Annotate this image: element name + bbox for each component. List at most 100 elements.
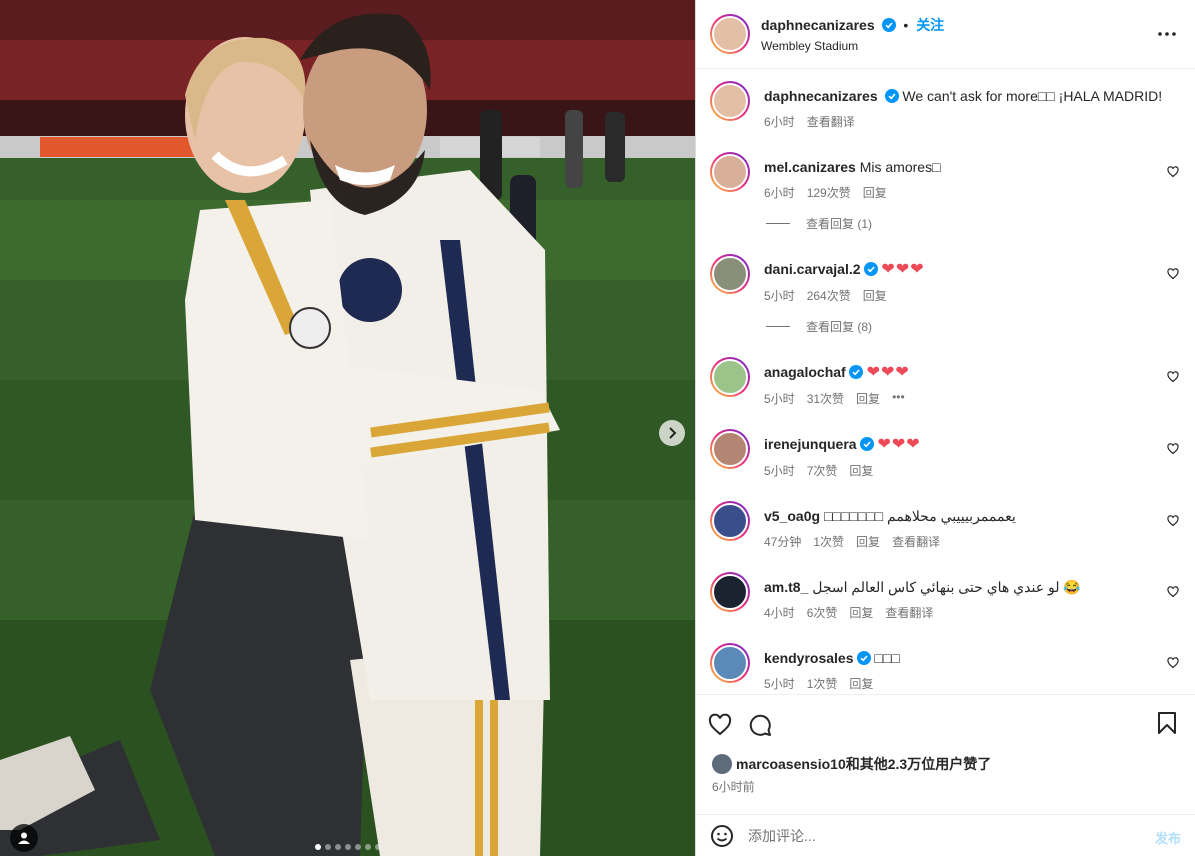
commenter-avatar[interactable] bbox=[710, 357, 750, 397]
commenter-avatar[interactable] bbox=[710, 572, 750, 612]
like-comment-icon[interactable] bbox=[1167, 268, 1179, 280]
commenter-username[interactable]: am.t8_ bbox=[764, 579, 808, 595]
view-replies-button[interactable]: 查看回复 (1) bbox=[766, 215, 1181, 232]
like-comment-icon[interactable] bbox=[1167, 166, 1179, 178]
carousel-dot bbox=[344, 844, 351, 850]
post-comment-button[interactable]: 发布 bbox=[1155, 828, 1181, 847]
commenter-username[interactable]: anagalochaf bbox=[764, 364, 846, 380]
comment-likes[interactable]: 1次赞 bbox=[813, 533, 844, 550]
comment-extra-action[interactable]: ••• bbox=[892, 390, 905, 407]
carousel-dot bbox=[324, 844, 331, 850]
post-location[interactable]: Wembley Stadium bbox=[761, 39, 944, 53]
carousel-dot bbox=[314, 844, 321, 850]
comment-likes[interactable]: 129次赞 bbox=[807, 184, 851, 201]
emoji-icon[interactable] bbox=[710, 824, 734, 848]
comment-item: dani.carvajal.2 ❤❤❤ 5小时 264次赞 回复查看回复 (8) bbox=[710, 254, 1181, 335]
verified-icon bbox=[863, 262, 878, 276]
comment-time[interactable]: 47分钟 bbox=[764, 533, 801, 550]
reply-button[interactable]: 回复 bbox=[856, 533, 880, 550]
comment-item: irenejunquera ❤❤❤ 5小时 7次赞 回复 bbox=[710, 429, 1181, 479]
comment-likes[interactable]: 6次赞 bbox=[807, 604, 838, 621]
comment-input[interactable] bbox=[748, 827, 1108, 844]
carousel-dot bbox=[364, 844, 371, 850]
reply-button[interactable]: 回复 bbox=[863, 184, 887, 201]
comment-likes[interactable]: 1次赞 bbox=[807, 675, 838, 692]
commenter-avatar[interactable] bbox=[710, 429, 750, 469]
comment-text: ❤❤❤ bbox=[866, 364, 910, 381]
bookmark-icon[interactable] bbox=[1155, 711, 1179, 735]
reply-button[interactable]: 回复 bbox=[863, 287, 887, 304]
caption-time[interactable]: 6小时 bbox=[764, 113, 795, 130]
header-separator: • bbox=[903, 17, 909, 33]
comment-likes[interactable]: 7次赞 bbox=[807, 462, 838, 479]
comment-extra-action[interactable]: 查看翻译 bbox=[892, 533, 940, 550]
comment-text: □□□ bbox=[874, 650, 900, 666]
liker-username[interactable]: marcoasensio10 bbox=[736, 756, 846, 772]
like-comment-icon[interactable] bbox=[1167, 586, 1179, 598]
user-tag-icon bbox=[18, 832, 30, 844]
likes-summary[interactable]: marcoasensio10 和其他2.3万位用户赞了 bbox=[696, 754, 1195, 774]
comment-time[interactable]: 5小时 bbox=[764, 287, 795, 304]
post-photo[interactable] bbox=[0, 0, 695, 856]
comment-likes[interactable]: 264次赞 bbox=[807, 287, 851, 304]
view-replies-button[interactable]: 查看回复 (8) bbox=[766, 318, 1181, 335]
reply-button[interactable]: 回复 bbox=[849, 604, 873, 621]
like-comment-icon[interactable] bbox=[1167, 443, 1179, 455]
verified-icon bbox=[859, 437, 874, 451]
like-comment-icon[interactable] bbox=[1167, 371, 1179, 383]
post-side-panel: daphnecanizares • 关注 Wembley Stadium dap… bbox=[695, 0, 1195, 856]
carousel-dot bbox=[354, 844, 361, 850]
caption: daphnecanizares We can't ask for more□□ … bbox=[710, 81, 1181, 130]
heart-icon[interactable] bbox=[708, 713, 732, 737]
comment-text: لو عندي هاي حتى بنهائي كاس العالم اسجل 😂 bbox=[812, 579, 1081, 595]
follow-button[interactable]: 关注 bbox=[916, 17, 944, 33]
comment-time[interactable]: 4小时 bbox=[764, 604, 795, 621]
commenter-avatar[interactable] bbox=[710, 254, 750, 294]
reply-button[interactable]: 回复 bbox=[856, 390, 880, 407]
like-comment-icon[interactable] bbox=[1167, 657, 1179, 669]
comment-time[interactable]: 5小时 bbox=[764, 390, 795, 407]
comment-item: mel.canizares Mis amores□ 6小时 129次赞 回复查看回复 … bbox=[710, 152, 1181, 232]
verified-icon bbox=[881, 18, 896, 32]
comment-time[interactable]: 5小时 bbox=[764, 675, 795, 692]
commenter-avatar[interactable] bbox=[710, 152, 750, 192]
commenter-username[interactable]: dani.carvajal.2 bbox=[764, 261, 861, 277]
caption-username[interactable]: daphnecanizares bbox=[764, 88, 878, 104]
view-replies-label[interactable]: 查看回复 (8) bbox=[806, 318, 872, 335]
commenter-username[interactable]: v5_oa0g bbox=[764, 508, 820, 524]
comment-likes[interactable]: 31次赞 bbox=[807, 390, 844, 407]
comment-text: ❤❤❤ bbox=[881, 261, 925, 278]
reply-button[interactable]: 回复 bbox=[849, 675, 873, 692]
like-comment-icon[interactable] bbox=[1167, 515, 1179, 527]
comment-icon[interactable] bbox=[748, 713, 772, 737]
photo-image bbox=[0, 0, 695, 856]
caption-avatar[interactable] bbox=[710, 81, 750, 121]
commenter-avatar[interactable] bbox=[710, 643, 750, 683]
commenter-username[interactable]: kendyrosales bbox=[764, 650, 854, 666]
author-avatar[interactable] bbox=[710, 14, 750, 54]
more-icon[interactable] bbox=[1155, 22, 1179, 46]
view-replies-label[interactable]: 查看回复 (1) bbox=[806, 215, 872, 232]
commenter-avatar[interactable] bbox=[710, 501, 750, 541]
commenter-username[interactable]: mel.canizares bbox=[764, 159, 856, 175]
comment-time[interactable]: 5小时 bbox=[764, 462, 795, 479]
comment-text: ❤❤❤ bbox=[877, 436, 921, 453]
comment-extra-action[interactable]: 查看翻译 bbox=[885, 604, 933, 621]
comment-list[interactable]: daphnecanizares We can't ask for more□□ … bbox=[696, 69, 1195, 694]
comment-item: kendyrosales □□□ 5小时 1次赞 回复 bbox=[710, 643, 1181, 692]
see-translation-button[interactable]: 查看翻译 bbox=[807, 113, 855, 130]
comment-item: v5_oa0g □□□□□□□ يعمممربيييبي محلاهمم 47分钟… bbox=[710, 501, 1181, 550]
commenter-username[interactable]: irenejunquera bbox=[764, 436, 857, 452]
comment-item: am.t8_ لو عندي هاي حتى بنهائي كاس العالم… bbox=[710, 572, 1181, 621]
liker-avatar bbox=[712, 754, 732, 774]
likes-count-text[interactable]: 和其他2.3万位用户赞了 bbox=[846, 754, 991, 774]
next-photo-button[interactable] bbox=[659, 420, 685, 446]
replies-divider bbox=[766, 223, 790, 224]
comment-text: Mis amores□ bbox=[859, 159, 941, 175]
carousel-dot bbox=[374, 844, 381, 850]
reply-button[interactable]: 回复 bbox=[849, 462, 873, 479]
caption-text: We can't ask for more□□ ¡HALA MADRID! bbox=[902, 88, 1163, 104]
author-username[interactable]: daphnecanizares bbox=[761, 17, 875, 33]
replies-divider bbox=[766, 326, 790, 327]
comment-time[interactable]: 6小时 bbox=[764, 184, 795, 201]
